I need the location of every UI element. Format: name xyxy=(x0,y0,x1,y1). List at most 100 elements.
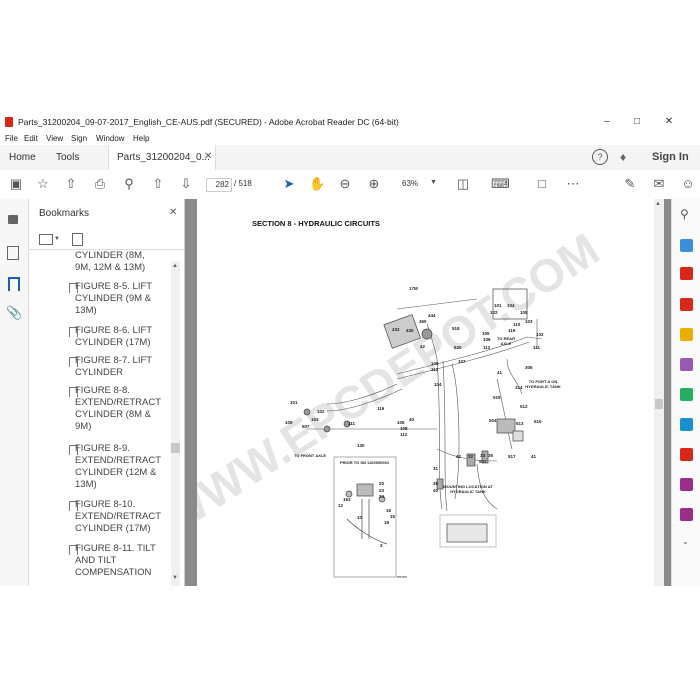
previous-page-icon[interactable]: ⇧ xyxy=(150,176,166,192)
menu-edit[interactable]: Edit xyxy=(24,134,38,143)
export-pdf-icon[interactable] xyxy=(680,267,693,280)
part-number-label: 42 xyxy=(456,454,462,459)
part-number-label: 41 xyxy=(497,370,503,375)
bookmark-icon[interactable] xyxy=(8,277,20,291)
bookmark-item-line: EXTEND/RETRACT xyxy=(75,455,162,466)
part-number-label: 507 xyxy=(302,424,310,429)
part-number-label: 519 xyxy=(493,395,501,400)
lock-icon[interactable] xyxy=(8,215,18,224)
page-fit-icon[interactable]: ◫ xyxy=(455,176,471,192)
scroll-down-icon[interactable]: ▼ xyxy=(172,575,178,581)
zoom-dropdown-chevron-icon[interactable]: ▼ xyxy=(430,179,437,186)
page-number-input[interactable]: 282 xyxy=(206,178,232,192)
comment-icon[interactable]: □ xyxy=(534,176,550,192)
title-bar: Parts_31200204_09-07-2017_English_CE-AUS… xyxy=(0,111,700,133)
zoom-search-icon[interactable]: ⚲ xyxy=(121,176,137,192)
doc-scroll-thumb[interactable] xyxy=(655,399,663,409)
bookmark-item[interactable]: FIGURE 8-8. EXTEND/RETRACT CYLINDER (8M & 9… xyxy=(75,385,163,433)
tab-home[interactable]: Home xyxy=(9,152,36,163)
help-icon[interactable]: ? xyxy=(592,149,608,165)
send-for-review-icon[interactable] xyxy=(680,508,693,521)
part-number-label: 104 xyxy=(507,303,515,308)
part-number-label: 112 xyxy=(483,345,491,350)
bookmark-item-line: FIGURE 8-11. TILT xyxy=(75,543,156,554)
upload-icon[interactable]: ⇧ xyxy=(63,176,79,192)
create-pdf-icon[interactable] xyxy=(680,298,693,311)
close-panel-icon[interactable]: ✕ xyxy=(169,207,177,218)
save-icon[interactable]: ▣ xyxy=(8,176,24,192)
select-cursor-icon[interactable]: ➤ xyxy=(281,176,297,192)
edit-pdf-icon[interactable] xyxy=(680,239,693,252)
organize-pages-icon[interactable] xyxy=(680,388,693,401)
rail-chevron-down-icon[interactable]: ⌄ xyxy=(682,537,689,546)
bookmarks-scrollbar[interactable] xyxy=(171,261,180,586)
bookmark-item-line: CYLINDER (17M) xyxy=(75,523,151,534)
bookmark-item[interactable]: FIGURE 8-9. EXTEND/RETRACT CYLINDER (12M &… xyxy=(75,443,163,491)
protect-icon[interactable] xyxy=(680,478,693,491)
zoom-in-icon[interactable]: ⊕ xyxy=(366,176,382,192)
part-number-label: 430 xyxy=(406,328,414,333)
maximize-button[interactable]: □ xyxy=(630,115,644,129)
sign-pen-icon[interactable]: ✎ xyxy=(622,176,638,192)
bookmark-item[interactable]: FIGURE 8-11. TILT AND TILT COMPENSATION xyxy=(75,543,163,579)
part-number-label: 112 xyxy=(400,432,408,437)
hand-tool-icon[interactable]: ✋ xyxy=(309,176,325,192)
note-port-a: TO PORT A ON HYDRAULIC TANK xyxy=(525,379,561,389)
minimize-button[interactable]: – xyxy=(600,115,614,129)
menu-window[interactable]: Window xyxy=(96,134,124,143)
bookmark-options-icon[interactable] xyxy=(39,234,53,245)
tab-document[interactable]: Parts_31200204_0... ✕ xyxy=(108,145,216,170)
options-chevron-icon[interactable]: ▼ xyxy=(54,236,60,242)
menu-file[interactable]: File xyxy=(5,134,18,143)
fill-sign-icon[interactable] xyxy=(680,418,693,431)
tab-tools[interactable]: Tools xyxy=(56,152,79,163)
bookmark-item[interactable]: FIGURE 8-6. LIFT CYLINDER (17M) xyxy=(75,325,163,349)
next-page-icon[interactable]: ⇩ xyxy=(178,176,194,192)
part-number-label: 108 xyxy=(400,426,408,431)
sign-in-button[interactable]: Sign In xyxy=(652,151,689,163)
model-label: 17M xyxy=(409,286,418,291)
bookmark-item-line: FIGURE 8-10. xyxy=(75,499,136,510)
zoom-level-select[interactable]: 63% xyxy=(402,179,418,188)
inset-box-prior xyxy=(333,456,397,578)
print-icon[interactable]: ⎙ xyxy=(92,176,108,192)
pages-icon[interactable] xyxy=(7,246,19,260)
bookmarks-scroll-thumb[interactable] xyxy=(171,443,180,453)
star-icon[interactable]: ☆ xyxy=(35,176,51,192)
bookmark-item[interactable]: FIGURE 8-7. LIFT CYLINDER xyxy=(75,355,163,379)
search-icon[interactable]: ⚲ xyxy=(680,207,689,221)
bell-icon[interactable]: ♦ xyxy=(620,150,626,164)
email-icon[interactable]: ✉ xyxy=(651,176,667,192)
part-number-label: 31 xyxy=(433,466,439,471)
part-number-label: 108 xyxy=(520,310,528,315)
menu-help[interactable]: Help xyxy=(133,134,149,143)
document-scrollbar[interactable]: ▲ xyxy=(654,199,664,586)
tab-close-icon[interactable]: ✕ xyxy=(204,151,212,162)
bookmark-item[interactable]: CYLINDER (8M, 9M, 12M & 13M) xyxy=(75,250,163,274)
account-icon[interactable]: ☺ xyxy=(680,176,696,192)
bookmark-item[interactable]: FIGURE 8-10. EXTEND/RETRACT CYLINDER (17M) xyxy=(75,499,163,535)
bookmark-item-line: FIGURE 8-6. LIFT xyxy=(75,325,153,336)
part-number-label: 12 xyxy=(338,503,344,508)
more-tools-icon[interactable]: ⋯ xyxy=(565,176,581,192)
doc-scroll-up-icon[interactable]: ▲ xyxy=(655,201,661,207)
part-number-label: 103 xyxy=(525,319,533,324)
note-mounting-location: MOUNTING LOCATION AT HYDRAULIC TANK xyxy=(443,484,493,494)
menu-view[interactable]: View xyxy=(46,134,63,143)
bookmark-item-line: 13M) xyxy=(75,305,97,316)
bookmark-item-line: COMPENSATION xyxy=(75,567,152,578)
attachment-icon[interactable]: 📎 xyxy=(6,305,22,321)
part-number-label: 620 xyxy=(454,345,462,350)
keyboard-scroll-icon[interactable]: ⌨ xyxy=(491,176,510,192)
menu-sign[interactable]: Sign xyxy=(71,134,87,143)
close-button[interactable]: ✕ xyxy=(662,115,676,129)
scroll-up-icon[interactable]: ▲ xyxy=(172,263,178,269)
find-bookmark-icon[interactable] xyxy=(72,233,83,246)
comment-tool-icon[interactable] xyxy=(680,328,693,341)
bookmark-item-line: FIGURE 8-5. LIFT xyxy=(75,281,153,292)
redact-icon[interactable] xyxy=(680,448,693,461)
combine-files-icon[interactable] xyxy=(680,358,693,371)
bookmark-item[interactable]: FIGURE 8-5. LIFT CYLINDER (9M & 13M) xyxy=(75,281,163,317)
part-number-label: 101 xyxy=(290,400,298,405)
zoom-out-icon[interactable]: ⊖ xyxy=(337,176,353,192)
